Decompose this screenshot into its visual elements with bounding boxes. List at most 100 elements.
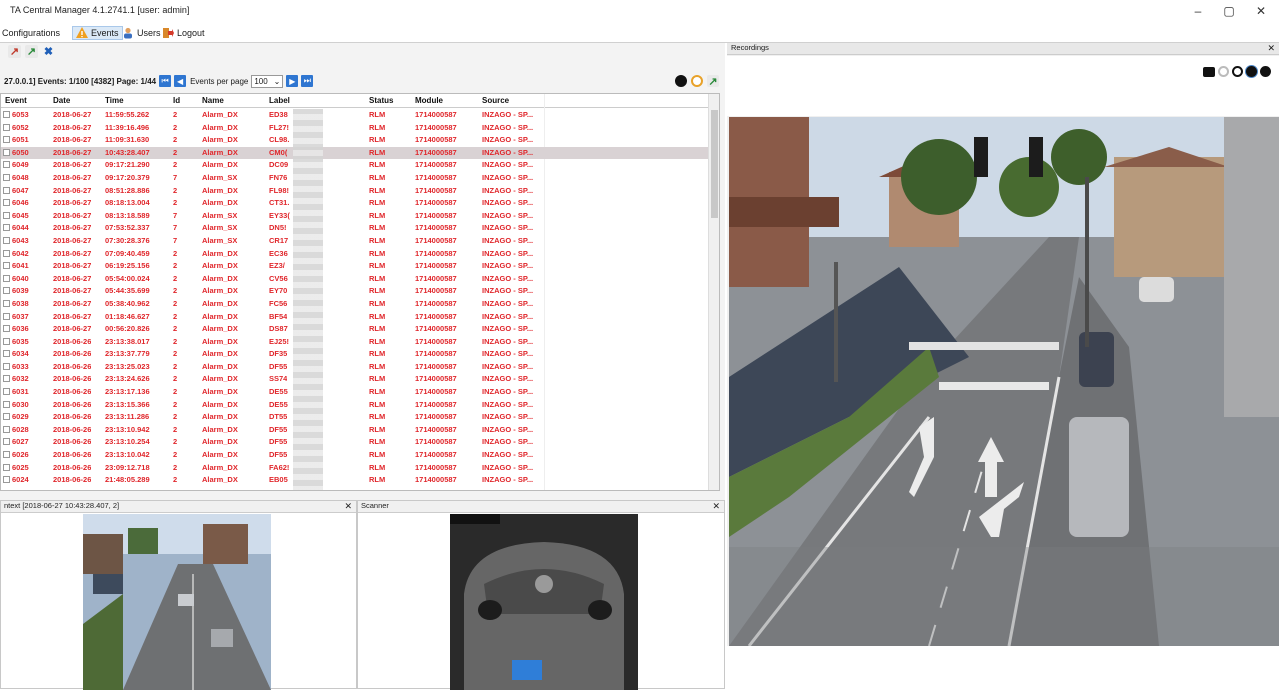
table-row[interactable]: 6052 2018-06-27 11:39:16.496 2 Alarm_DX FL27!… <box>1 122 709 135</box>
cell-time: 07:30:28.376 <box>105 235 150 245</box>
table-row[interactable]: 6032 2018-06-26 23:13:24.626 2 Alarm_DX SS74 R… <box>1 373 709 386</box>
table-row[interactable]: 6029 2018-06-26 23:13:11.286 2 Alarm_DX DT55 R… <box>1 411 709 424</box>
row-checkbox[interactable] <box>3 136 10 144</box>
record-icon[interactable] <box>1218 66 1229 77</box>
row-checkbox[interactable] <box>3 287 10 295</box>
row-checkbox[interactable] <box>3 337 10 345</box>
table-row[interactable]: 6044 2018-06-27 07:53:52.337 7 Alarm_SX DN5! R… <box>1 222 709 235</box>
row-checkbox[interactable] <box>3 388 10 396</box>
col-event[interactable]: Event <box>5 96 27 105</box>
row-checkbox[interactable] <box>3 463 10 471</box>
row-checkbox[interactable] <box>3 375 10 383</box>
table-row[interactable]: 6038 2018-06-27 05:38:40.962 2 Alarm_DX FC56 R… <box>1 298 709 311</box>
col-time[interactable]: Time <box>105 96 124 105</box>
menu-events[interactable]: Events <box>72 26 123 40</box>
row-checkbox[interactable] <box>3 425 10 433</box>
close-icon[interactable]: ✕ <box>712 501 720 512</box>
table-row[interactable]: 6049 2018-06-27 09:17:21.290 2 Alarm_DX DC09 R… <box>1 159 709 172</box>
excel-icon[interactable]: ↗ <box>707 75 719 88</box>
col-date[interactable]: Date <box>53 96 70 105</box>
row-checkbox[interactable] <box>3 299 10 307</box>
table-row[interactable]: 6025 2018-06-26 23:09:12.718 2 Alarm_DX FA62!… <box>1 462 709 475</box>
camera-icon[interactable] <box>1203 67 1215 77</box>
col-label[interactable]: Label <box>269 96 290 105</box>
row-checkbox[interactable] <box>3 362 10 370</box>
close-window-button[interactable]: ✕ <box>1253 4 1269 18</box>
table-row[interactable]: 6043 2018-06-27 07:30:28.376 7 Alarm_SX CR17 R… <box>1 235 709 248</box>
table-row[interactable]: 6036 2018-06-27 00:56:20.826 2 Alarm_DX DS87 R… <box>1 323 709 336</box>
col-module[interactable]: Module <box>415 96 443 105</box>
context-pane: ntext [2018-06-27 10:43:28.407, 2] ✕ <box>0 500 357 690</box>
row-checkbox[interactable] <box>3 451 10 459</box>
maximize-button[interactable]: ▢ <box>1221 4 1237 18</box>
row-checkbox[interactable] <box>3 186 10 194</box>
row-checkbox[interactable] <box>3 148 10 156</box>
menu-logout[interactable]: Logout <box>162 26 205 40</box>
table-row[interactable]: 6030 2018-06-26 23:13:15.366 2 Alarm_DX DE55 R… <box>1 399 709 412</box>
col-name[interactable]: Name <box>202 96 224 105</box>
menu-configurations[interactable]: Configurations <box>2 26 60 40</box>
row-checkbox[interactable] <box>3 123 10 131</box>
play-icon[interactable] <box>1260 66 1271 77</box>
row-checkbox[interactable] <box>3 249 10 257</box>
prev-page-icon[interactable]: ◀ <box>174 75 187 87</box>
row-checkbox[interactable] <box>3 173 10 181</box>
close-icon[interactable]: ✕ <box>344 501 352 512</box>
table-row[interactable]: 6031 2018-06-26 23:13:17.136 2 Alarm_DX DE55 R… <box>1 386 709 399</box>
last-page-icon[interactable]: ⏭ <box>301 75 314 87</box>
table-row[interactable]: 6026 2018-06-26 23:13:10.042 2 Alarm_DX DF55 R… <box>1 449 709 462</box>
row-checkbox[interactable] <box>3 438 10 446</box>
table-row[interactable]: 6042 2018-06-27 07:09:40.459 2 Alarm_DX EC36 R… <box>1 248 709 261</box>
export-icon[interactable]: ↗ <box>8 45 21 58</box>
refresh-icon[interactable] <box>691 75 703 87</box>
table-row[interactable]: 6050 2018-06-27 10:43:28.407 2 Alarm_DX CM0(R… <box>1 146 709 160</box>
table-row[interactable]: 6024 2018-06-26 21:48:05.289 2 Alarm_DX EB05 R… <box>1 474 709 487</box>
row-checkbox[interactable] <box>3 199 10 207</box>
table-row[interactable]: 6053 2018-06-27 11:59:55.262 2 Alarm_DX ED38 R… <box>1 109 709 122</box>
table-row[interactable]: 6027 2018-06-26 23:13:10.254 2 Alarm_DX DF55 R… <box>1 436 709 449</box>
menu-users[interactable]: Users <box>122 26 161 40</box>
row-checkbox[interactable] <box>3 400 10 408</box>
row-checkbox[interactable] <box>3 476 10 484</box>
close-icon[interactable]: ✕ <box>1267 43 1275 54</box>
row-checkbox[interactable] <box>3 350 10 358</box>
table-row[interactable]: 6028 2018-06-26 23:13:10.942 2 Alarm_DX DF55 R… <box>1 424 709 437</box>
first-page-icon[interactable]: ⏮ <box>159 75 172 87</box>
table-row[interactable]: 6034 2018-06-26 23:13:37.779 2 Alarm_DX DF35 R… <box>1 348 709 361</box>
pause-icon[interactable] <box>675 75 687 87</box>
table-row[interactable]: 6040 2018-06-27 05:54:00.024 2 Alarm_DX CV56 R… <box>1 273 709 286</box>
col-id[interactable]: Id <box>173 96 180 105</box>
table-row[interactable]: 6033 2018-06-26 23:13:25.023 2 Alarm_DX DF55 R… <box>1 361 709 374</box>
minimize-button[interactable]: – <box>1190 4 1206 18</box>
next-page-icon[interactable]: ▶ <box>286 75 299 87</box>
table-row[interactable]: 6051 2018-06-27 11:09:31.630 2 Alarm_DX CL98.… <box>1 134 709 147</box>
col-status[interactable]: Status <box>369 96 393 105</box>
table-row[interactable]: 6039 2018-06-27 05:44:35.699 2 Alarm_DX EY70 R… <box>1 285 709 298</box>
row-checkbox[interactable] <box>3 111 10 118</box>
table-scrollbar[interactable] <box>708 94 719 490</box>
row-checkbox[interactable] <box>3 274 10 282</box>
table-row[interactable]: 6046 2018-06-27 08:18:13.004 2 Alarm_DX CT31.… <box>1 197 709 210</box>
per-page-select[interactable]: 100 ⌄ <box>251 74 284 88</box>
table-row[interactable]: 6037 2018-06-27 01:18:46.627 2 Alarm_DX BF54 R… <box>1 311 709 324</box>
col-source[interactable]: Source <box>482 96 509 105</box>
row-checkbox[interactable] <box>3 413 10 421</box>
table-row[interactable]: 6048 2018-06-27 09:17:20.379 7 Alarm_SX FN76 R… <box>1 172 709 185</box>
row-checkbox[interactable] <box>3 325 10 333</box>
row-checkbox[interactable] <box>3 262 10 270</box>
row-checkbox[interactable] <box>3 211 10 219</box>
cell-name: Alarm_SX <box>202 172 238 182</box>
delete-icon[interactable]: ✖ <box>42 45 55 58</box>
table-row[interactable]: 6041 2018-06-27 06:19:25.156 2 Alarm_DX EZ3/R… <box>1 260 709 273</box>
excel-export-icon[interactable]: ↗ <box>25 45 38 58</box>
row-checkbox[interactable] <box>3 224 10 232</box>
row-checkbox[interactable] <box>3 312 10 320</box>
pause-icon[interactable] <box>1246 66 1257 77</box>
stop-icon[interactable] <box>1232 66 1243 77</box>
table-row[interactable]: 6045 2018-06-27 08:13:18.589 7 Alarm_SX EY33(… <box>1 210 709 223</box>
row-checkbox[interactable] <box>3 161 10 169</box>
table-row[interactable]: 6035 2018-06-26 23:13:38.017 2 Alarm_DX EJ25!… <box>1 336 709 349</box>
table-row[interactable]: 6047 2018-06-27 08:51:28.886 2 Alarm_DX FL98!… <box>1 185 709 198</box>
scrollbar-thumb[interactable] <box>711 110 718 218</box>
row-checkbox[interactable] <box>3 236 10 244</box>
